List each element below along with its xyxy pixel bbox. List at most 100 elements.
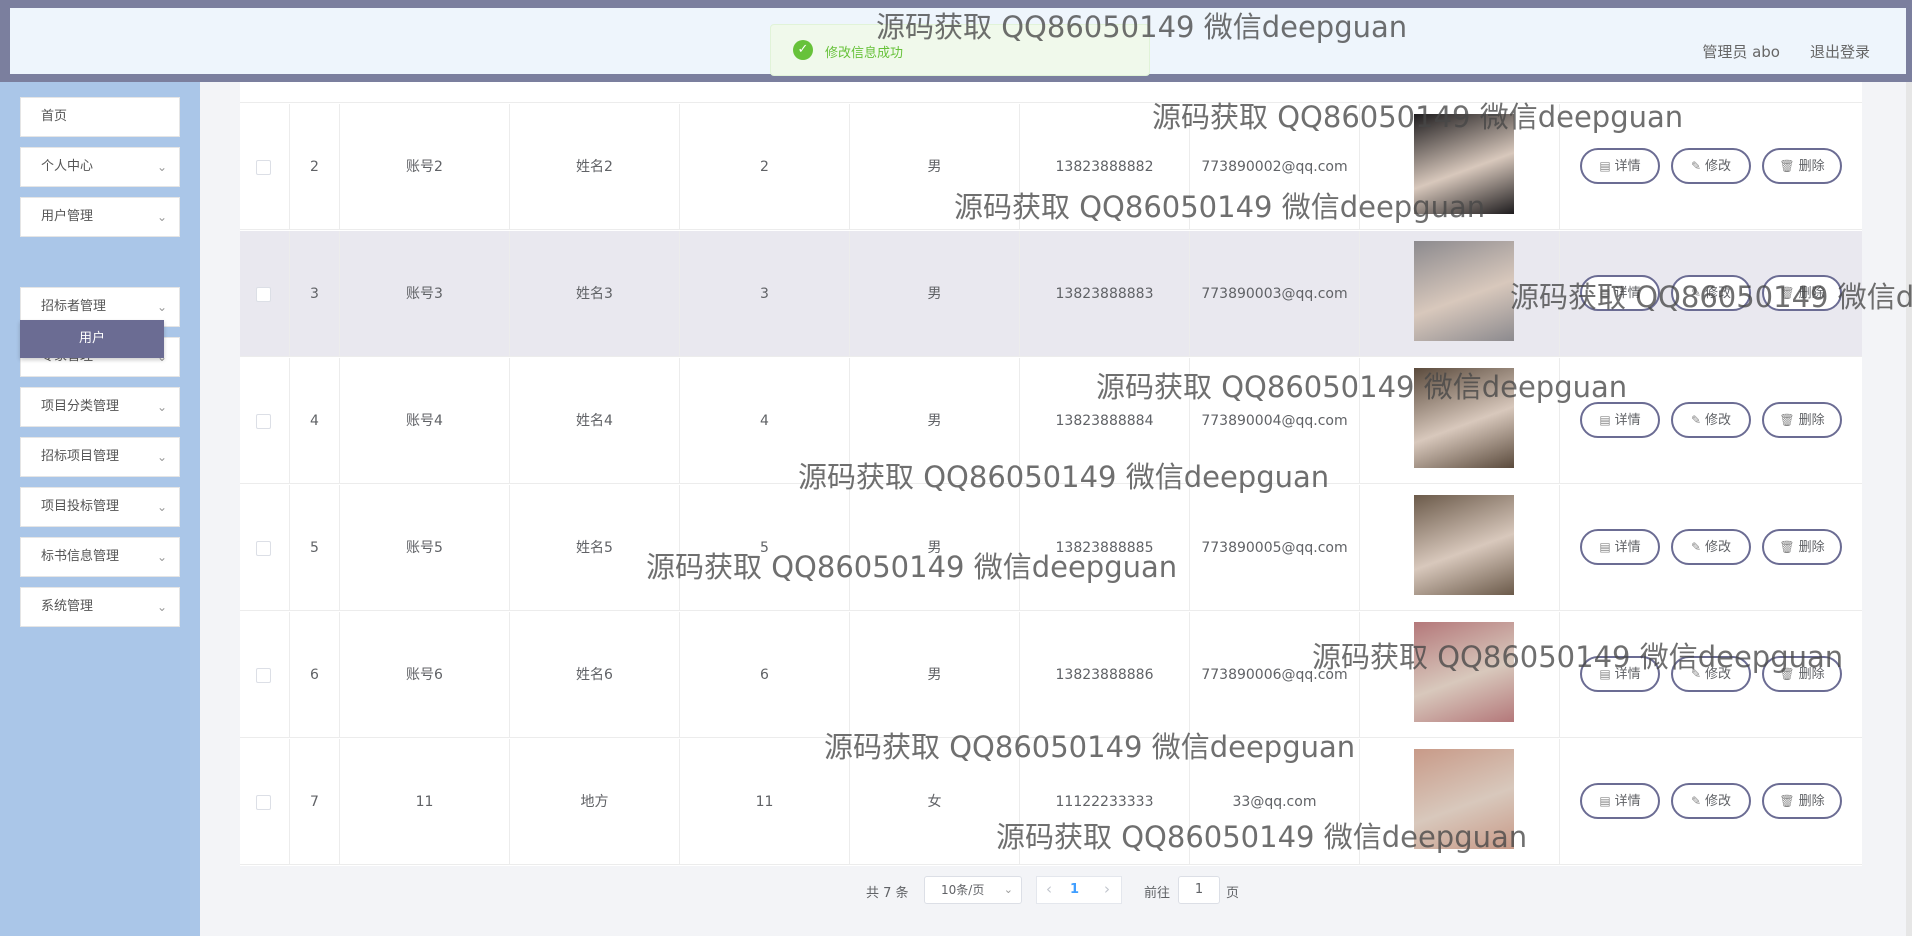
cell-gender: 男 bbox=[850, 612, 1020, 738]
cell-phone: 13823888882 bbox=[1020, 104, 1190, 230]
detail-button[interactable]: ▤ 详情 bbox=[1580, 783, 1660, 819]
cell-index: 6 bbox=[290, 612, 340, 738]
delete-button[interactable]: 🗑 删除 bbox=[1762, 783, 1842, 819]
chevron-down-icon: ⌄ bbox=[156, 450, 167, 464]
detail-button[interactable]: ▤ 详情 bbox=[1580, 656, 1660, 692]
cell-account: 账号5 bbox=[340, 485, 510, 611]
row-checkbox[interactable] bbox=[256, 287, 271, 302]
delete-button[interactable]: 🗑 删除 bbox=[1762, 402, 1842, 438]
next-page-icon[interactable]: › bbox=[1098, 878, 1116, 902]
cell-age: 5 bbox=[680, 485, 850, 611]
edit-button[interactable]: ✎ 修改 bbox=[1671, 529, 1751, 565]
row-checkbox[interactable] bbox=[256, 668, 271, 683]
cell-gender: 女 bbox=[850, 739, 1020, 865]
delete-button[interactable]: 🗑 删除 bbox=[1762, 148, 1842, 184]
edit-label: 修改 bbox=[1705, 667, 1732, 682]
sidebar-item-7[interactable]: 项目投标管理 ⌄ bbox=[20, 487, 180, 527]
edit-button[interactable]: ✎ 修改 bbox=[1671, 656, 1751, 692]
sidebar-item-label: 项目投标管理 bbox=[41, 499, 120, 514]
avatar bbox=[1414, 749, 1514, 849]
row-checkbox[interactable] bbox=[256, 541, 271, 556]
detail-icon: ▤ bbox=[1599, 667, 1611, 681]
cell-age: 6 bbox=[680, 612, 850, 738]
logout-link[interactable]: 退出登录 bbox=[1810, 41, 1870, 62]
detail-label: 详情 bbox=[1614, 794, 1641, 809]
cell-name: 姓名4 bbox=[510, 358, 680, 484]
sidebar-item-8[interactable]: 标书信息管理 ⌄ bbox=[20, 537, 180, 577]
cell-phone: 13823888886 bbox=[1020, 612, 1190, 738]
pagination-total: 共 7 条 bbox=[866, 886, 909, 901]
cell-index: 7 bbox=[290, 739, 340, 865]
sidebar-item-6[interactable]: 招标项目管理 ⌄ bbox=[20, 437, 180, 477]
delete-label: 删除 bbox=[1798, 540, 1825, 555]
edit-label: 修改 bbox=[1705, 286, 1732, 301]
sidebar-item-9[interactable]: 系统管理 ⌄ bbox=[20, 587, 180, 627]
sidebar-item-1[interactable]: 个人中心 ⌄ bbox=[20, 147, 180, 187]
cell-phone: 11122233333 bbox=[1020, 739, 1190, 865]
cell-account: 11 bbox=[340, 739, 510, 865]
delete-button[interactable]: 🗑 删除 bbox=[1762, 275, 1842, 311]
avatar bbox=[1414, 368, 1514, 468]
detail-button[interactable]: ▤ 详情 bbox=[1580, 402, 1660, 438]
cell-account: 账号6 bbox=[340, 612, 510, 738]
edit-button[interactable]: ✎ 修改 bbox=[1671, 275, 1751, 311]
current-page[interactable]: 1 bbox=[1070, 882, 1079, 897]
row-checkbox[interactable] bbox=[256, 414, 271, 429]
cell-email: 773890003@qq.com bbox=[1190, 231, 1360, 357]
sidebar-item-0[interactable]: 首页 bbox=[20, 97, 180, 137]
edit-icon: ✎ bbox=[1690, 794, 1702, 808]
detail-label: 详情 bbox=[1614, 286, 1641, 301]
goto-suffix: 页 bbox=[1226, 886, 1240, 901]
delete-icon: 🗑 bbox=[1779, 159, 1795, 173]
edit-button[interactable]: ✎ 修改 bbox=[1671, 783, 1751, 819]
detail-button[interactable]: ▤ 详情 bbox=[1580, 275, 1660, 311]
sidebar-item-label: 项目分类管理 bbox=[41, 399, 120, 414]
sidebar-item-2[interactable]: 用户管理 ⌄ bbox=[20, 197, 180, 237]
delete-icon: 🗑 bbox=[1779, 413, 1795, 427]
cell-name: 姓名2 bbox=[510, 104, 680, 230]
detail-button[interactable]: ▤ 详情 bbox=[1580, 148, 1660, 184]
row-checkbox[interactable] bbox=[256, 160, 271, 175]
edit-label: 修改 bbox=[1705, 540, 1732, 555]
delete-icon: 🗑 bbox=[1779, 540, 1795, 554]
delete-icon: 🗑 bbox=[1779, 794, 1795, 808]
chevron-down-icon: ⌄ bbox=[156, 550, 167, 564]
chevron-down-icon: ⌄ bbox=[156, 210, 167, 224]
detail-button[interactable]: ▤ 详情 bbox=[1580, 529, 1660, 565]
delete-button[interactable]: 🗑 删除 bbox=[1762, 656, 1842, 692]
pagination: 共 7 条 10条/页 ⌄ ‹ 1 › 前往 1 页 bbox=[0, 876, 1912, 906]
detail-label: 详情 bbox=[1614, 667, 1641, 682]
detail-icon: ▤ bbox=[1599, 794, 1611, 808]
page-size-select[interactable]: 10条/页 ⌄ bbox=[924, 876, 1022, 904]
delete-label: 删除 bbox=[1798, 794, 1825, 809]
prev-page-icon[interactable]: ‹ bbox=[1040, 878, 1058, 902]
edit-icon: ✎ bbox=[1690, 159, 1702, 173]
sidebar-subitem-users[interactable]: 用户 bbox=[20, 320, 164, 358]
detail-icon: ▤ bbox=[1599, 159, 1611, 173]
sidebar-item-label: 个人中心 bbox=[41, 159, 94, 174]
avatar bbox=[1414, 495, 1514, 595]
detail-icon: ▤ bbox=[1599, 286, 1611, 300]
edit-button[interactable]: ✎ 修改 bbox=[1671, 402, 1751, 438]
avatar bbox=[1414, 114, 1514, 214]
cell-email: 773890004@qq.com bbox=[1190, 358, 1360, 484]
sidebar-item-label: 招标者管理 bbox=[41, 299, 107, 314]
table-row: 5 账号5 姓名5 5 男 13823888885 773890005@qq.com ▤ 详情 ✎… bbox=[240, 485, 1862, 611]
scrollbar[interactable] bbox=[1906, 82, 1912, 936]
cell-name: 姓名5 bbox=[510, 485, 680, 611]
edit-icon: ✎ bbox=[1690, 286, 1702, 300]
sidebar-item-5[interactable]: 项目分类管理 ⌄ bbox=[20, 387, 180, 427]
cell-gender: 男 bbox=[850, 485, 1020, 611]
cell-index: 3 bbox=[290, 231, 340, 357]
detail-icon: ▤ bbox=[1599, 413, 1611, 427]
cell-age: 4 bbox=[680, 358, 850, 484]
cell-index: 2 bbox=[290, 104, 340, 230]
edit-button[interactable]: ✎ 修改 bbox=[1671, 148, 1751, 184]
edit-label: 修改 bbox=[1705, 794, 1732, 809]
delete-button[interactable]: 🗑 删除 bbox=[1762, 529, 1842, 565]
goto-page-input[interactable]: 1 bbox=[1178, 876, 1220, 904]
cell-name: 地方 bbox=[510, 739, 680, 865]
cell-account: 账号4 bbox=[340, 358, 510, 484]
row-checkbox[interactable] bbox=[256, 795, 271, 810]
sidebar-item-label: 首页 bbox=[41, 109, 68, 124]
